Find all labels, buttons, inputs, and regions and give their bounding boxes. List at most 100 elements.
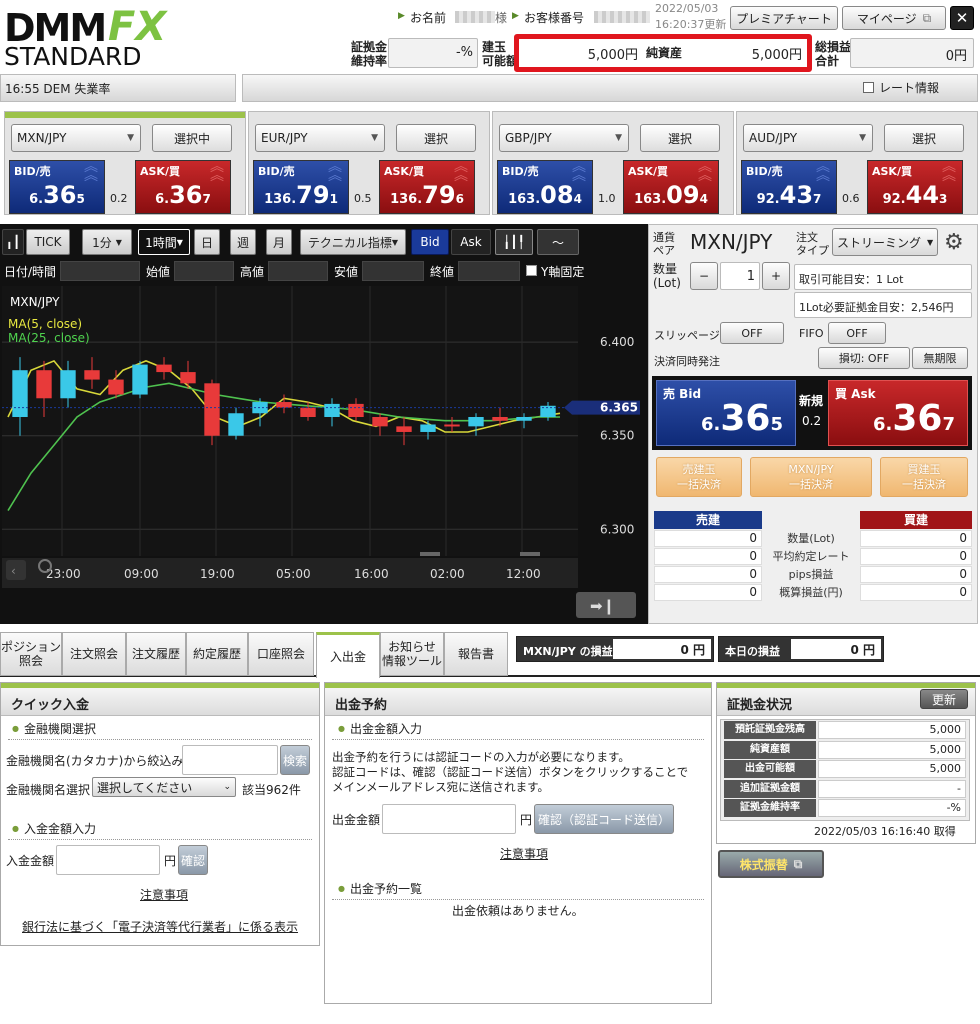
low-label: 安値 [334,265,359,279]
bid-button[interactable]: BID/売 ︽ ︽ 6.365 [9,160,105,214]
chevron-down-icon: ▼ [371,133,378,143]
ask-button[interactable]: ASK/買 ︽ ︽ 92.443 [867,160,963,214]
name-arrow-icon: ▶ [398,11,405,21]
ask-label: ASK/買 [628,165,668,178]
candle-chart-button[interactable]: ╽┃╿ [495,229,533,255]
ask-button[interactable]: ASK/買 ︽ ︽ 136.796 [379,160,475,214]
order-type-select[interactable]: ストリーミング ▼ [832,228,938,256]
search-button[interactable]: 検索 [280,745,310,775]
withdraw-amount-input[interactable] [382,804,516,834]
tab-1[interactable]: 注文照会 [62,632,126,676]
pair-select[interactable]: GBP/JPY ▼ [499,124,629,152]
withdraw-confirm-button[interactable]: 確認（認証コード送信） [534,804,674,834]
technical-indicator-button[interactable]: テクニカル指標 ▼ [300,229,406,255]
ask-sub: 7 [202,192,211,206]
ask-toggle[interactable]: Ask [451,229,491,255]
bid-button[interactable]: BID/売 ︽ ︽ 163.084 [497,160,593,214]
refresh-button[interactable]: 更新 [920,689,968,709]
stock-transfer-button[interactable]: 株式振替 ⧉ [718,850,824,878]
chevron-down-icon: ▼ [115,237,122,247]
withdraw-notes-link[interactable]: 注意事項 [500,845,548,862]
qty-input[interactable]: 1 [720,262,760,290]
rate-info-checkbox[interactable] [863,82,874,93]
pair-close-all-button[interactable]: MXN/JPY 一括決済 [750,457,872,497]
bank-select[interactable]: 選択してください ⌄ [92,777,236,797]
sell-close-all-button[interactable]: 売建玉 一括決済 [656,457,742,497]
bid-pre: 163. [508,192,541,207]
gear-icon[interactable]: ⚙ [944,230,964,255]
buy-close-all-button[interactable]: 買建玉 一括決済 [880,457,968,497]
ask-button[interactable]: ASK/買 ︽ ︽ 163.094 [623,160,719,214]
slippage-button[interactable]: OFF [720,322,784,344]
total-pl-label: 総損益 合計 [815,40,852,68]
expiry-button[interactable]: 無期限 [912,347,968,369]
candle [204,379,220,446]
ask-price: 163.094 [624,181,718,209]
name-masked [455,11,495,23]
pair-select[interactable]: AUD/JPY ▼ [743,124,873,152]
scroll-left-icon[interactable]: ‹ [6,560,26,580]
tab-4[interactable]: 口座照会 [248,632,314,676]
interval-1min[interactable]: 1分 ▼ [82,229,132,255]
interval-day[interactable]: 日 [194,229,220,255]
stop-loss-button[interactable]: 損切: OFF [818,347,910,369]
today-pl-label: 本日の損益 [725,645,780,658]
bid-price: 92.437 [742,181,836,209]
double-chevron-up-icon: ︽ ︽ [210,159,224,184]
fifo-button[interactable]: OFF [828,322,886,344]
bid-label: BID/売 [502,165,539,178]
price-chart[interactable]: 23:00 09:00 19:00 05:00 16:00 02:00 12:00 6.40… [0,286,648,624]
order-pair: MXN/JPY [690,230,773,254]
y-tick: 6.300 [600,522,634,536]
select-pair-button[interactable]: 選択 [396,124,476,152]
bid-button[interactable]: BID/売 ︽ ︽ 136.791 [253,160,349,214]
tab-5[interactable]: 入出金 [316,632,380,678]
line-chart-button[interactable]: 〜 [537,229,579,255]
margin-row-key: 追加証拠金額 [724,779,816,798]
premium-chart-button[interactable]: プレミアチャート [730,6,838,30]
x-tick: 12:00 [506,567,541,581]
select-pair-button[interactable]: 選択中 [152,124,232,152]
bid-pre: 136. [264,192,297,207]
position-row: 0 平均約定レート 0 [654,548,972,566]
pair-select[interactable]: MXN/JPY ▼ [11,124,141,152]
tab-6[interactable]: お知らせ 情報ツール [380,632,444,676]
news-bar[interactable]: 16:55 DEM 失業率 [0,74,236,102]
deposit-amount-input[interactable] [56,845,160,875]
deposit-notes-link[interactable]: 注意事項 [140,886,188,903]
tab-3[interactable]: 約定履歴 [186,632,248,676]
tick-button[interactable]: TICK [26,229,70,255]
rate-info-bar: レート情報 [242,74,978,102]
my-page-button[interactable]: マイページ ⧉ [842,6,946,30]
order-spread: 0.2 [802,414,822,428]
close-button[interactable]: ✕ [950,6,974,30]
tab-2[interactable]: 注文履歴 [126,632,186,676]
sell-bid-button[interactable]: 売 Bid 6.365 [656,380,796,446]
interval-month[interactable]: 月 [266,229,292,255]
buy-ask-button[interactable]: 買 Ask 6.367 [828,380,968,446]
bid-button[interactable]: BID/売 ︽ ︽ 92.437 [741,160,837,214]
kana-input[interactable] [182,745,278,775]
ask-button[interactable]: ASK/買 ︽ ︽ 6.367 [135,160,231,214]
y-tick: 6.400 [600,335,634,349]
jump-latest-icon[interactable]: ➡❙ [576,592,636,618]
tab-0[interactable]: ポジション 照会 [0,632,62,676]
qty-plus-button[interactable]: + [762,262,790,290]
interval-week[interactable]: 週 [230,229,256,255]
candle-type-icon[interactable]: ╻┃ [2,229,24,255]
sell-main: 36 [720,398,771,439]
select-pair-button[interactable]: 選択 [640,124,720,152]
interval-1hour[interactable]: 1時間 ▼ [138,229,190,255]
bank-section-title: 金融機関選択 [12,720,96,737]
yfix-checkbox[interactable] [526,265,537,276]
bid-toggle[interactable]: Bid [411,229,449,255]
deposit-confirm-button[interactable]: 確認 [178,845,208,875]
pair-select[interactable]: EUR/JPY ▼ [255,124,385,152]
withdraw-list-section: 出金予約一覧 [338,880,422,897]
close-box [458,261,520,281]
qty-minus-button[interactable]: − [690,262,718,290]
tab-7[interactable]: 報告書 [444,632,508,676]
law-link[interactable]: 銀行法に基づく「電子決済等代行業者」に係る表示 [22,918,298,935]
buy-value: 0 [860,548,972,565]
select-pair-button[interactable]: 選択 [884,124,964,152]
